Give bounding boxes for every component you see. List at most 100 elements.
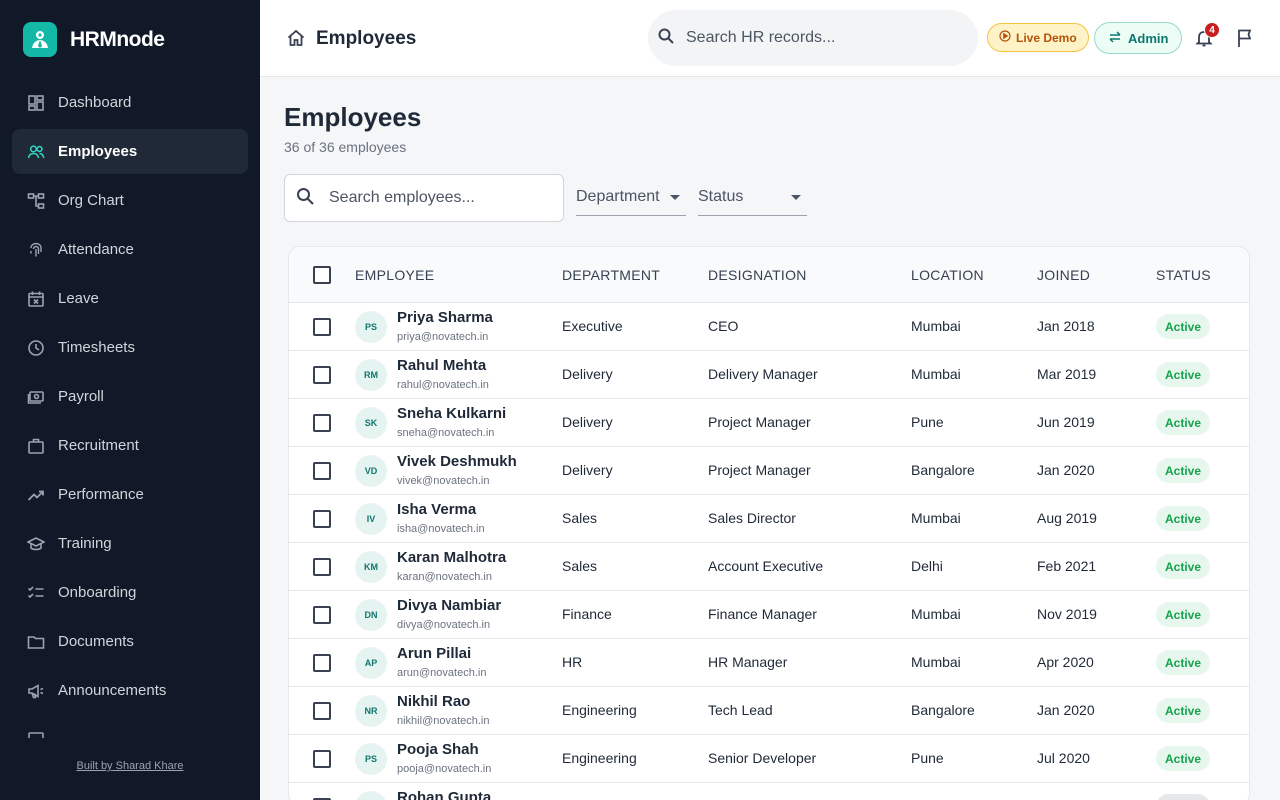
employee-name[interactable]: Karan Malhotra <box>397 549 506 566</box>
employees-table: EMPLOYEE DEPARTMENT DESIGNATION LOCATION… <box>288 246 1250 800</box>
trending-up-icon <box>27 486 45 504</box>
employee-search-input[interactable] <box>329 189 549 207</box>
sidebar-item-training[interactable]: Training <box>12 521 248 566</box>
sidebar-item-timesheets[interactable]: Timesheets <box>12 325 248 370</box>
table-row[interactable]: KM Karan Malhotra karan@novatech.in Sales Ac… <box>289 543 1249 591</box>
status-badge: Active <box>1156 410 1211 435</box>
table-row[interactable]: IV Isha Verma isha@novatech.in Sales Sales D… <box>289 495 1249 543</box>
column-header-employee[interactable]: EMPLOYEE <box>355 267 434 283</box>
employee-designation: Tech Lead <box>708 702 773 718</box>
employee-location: Mumbai <box>911 366 961 382</box>
global-search-input[interactable] <box>686 29 946 47</box>
sidebar-item-announcements[interactable]: Announcements <box>12 668 248 713</box>
employee-department: HR <box>562 654 583 670</box>
employee-name[interactable]: Isha Verma <box>397 501 476 518</box>
status-badge: Active <box>1156 746 1211 771</box>
org-chart-icon <box>27 192 45 210</box>
people-icon <box>27 143 45 161</box>
employee-department: Delivery <box>562 414 613 430</box>
column-header-status[interactable]: STATUS <box>1156 267 1211 283</box>
employee-location: Delhi <box>911 558 943 574</box>
employee-location: Mumbai <box>911 654 961 670</box>
row-checkbox[interactable] <box>313 318 331 336</box>
sidebar-item-expenses[interactable] <box>12 717 248 738</box>
status-badge: Active <box>1156 602 1211 627</box>
employee-name[interactable]: Vivek Deshmukh <box>397 453 517 470</box>
flag-icon[interactable] <box>1236 28 1254 48</box>
sidebar-item-label: Performance <box>58 486 144 503</box>
sidebar-item-documents[interactable]: Documents <box>12 619 248 664</box>
calendar-x-icon <box>27 290 45 308</box>
author-credit-link[interactable]: Built by Sharad Khare <box>0 760 260 772</box>
folder-icon <box>27 633 45 651</box>
table-row[interactable]: NR Nikhil Rao nikhil@novatech.in Engineerin… <box>289 687 1249 735</box>
swap-arrows-icon <box>1108 30 1128 47</box>
employee-name[interactable]: Pooja Shah <box>397 741 479 758</box>
status-badge: Active <box>1156 458 1211 483</box>
brand-logo-icon <box>23 22 57 57</box>
row-checkbox[interactable] <box>313 558 331 576</box>
employee-name[interactable]: Rohan Gupta <box>397 789 491 800</box>
role-switch-button[interactable]: Admin <box>1094 22 1183 54</box>
row-checkbox[interactable] <box>313 750 331 768</box>
employee-location: Mumbai <box>911 318 961 334</box>
row-checkbox[interactable] <box>313 510 331 528</box>
status-badge: Active <box>1156 506 1211 531</box>
employee-name[interactable]: Sneha Kulkarni <box>397 405 506 422</box>
employee-email: vivek@novatech.in <box>397 475 490 487</box>
employee-designation: Project Manager <box>708 414 811 430</box>
row-checkbox[interactable] <box>313 366 331 384</box>
row-checkbox[interactable] <box>313 654 331 672</box>
table-row[interactable]: RG Rohan Gupta <box>289 783 1249 800</box>
brand-name: HRMnode <box>70 27 165 51</box>
row-checkbox[interactable] <box>313 606 331 624</box>
employee-name[interactable]: Rahul Mehta <box>397 357 486 374</box>
table-row[interactable]: PS Pooja Shah pooja@novatech.in Engineering… <box>289 735 1249 783</box>
live-demo-button[interactable]: Live Demo <box>987 23 1089 52</box>
row-checkbox[interactable] <box>313 462 331 480</box>
employee-email: priya@novatech.in <box>397 331 489 343</box>
employee-joined: Apr 2020 <box>1037 654 1094 670</box>
employee-name[interactable]: Priya Sharma <box>397 309 493 326</box>
status-filter-select[interactable]: Status <box>698 178 807 216</box>
sidebar-item-label: Employees <box>58 143 138 160</box>
sidebar-item-payroll[interactable]: Payroll <box>12 374 248 419</box>
sidebar-item-leave[interactable]: Leave <box>12 276 248 321</box>
column-header-department[interactable]: DEPARTMENT <box>562 267 660 283</box>
avatar: VD <box>355 455 387 487</box>
table-row[interactable]: AP Arun Pillai arun@novatech.in HR HR Manage… <box>289 639 1249 687</box>
global-search-box[interactable] <box>648 10 978 66</box>
sidebar-item-recruitment[interactable]: Recruitment <box>12 423 248 468</box>
table-row[interactable]: VD Vivek Deshmukh vivek@novatech.in Deliver… <box>289 447 1249 495</box>
table-row[interactable]: SK Sneha Kulkarni sneha@novatech.in Deliver… <box>289 399 1249 447</box>
sidebar-item-performance[interactable]: Performance <box>12 472 248 517</box>
column-header-designation[interactable]: DESIGNATION <box>708 267 807 283</box>
table-row[interactable]: DN Divya Nambiar divya@novatech.in Finance F… <box>289 591 1249 639</box>
row-checkbox[interactable] <box>313 414 331 432</box>
employee-search-box[interactable] <box>284 174 564 222</box>
department-filter-select[interactable]: Department <box>576 178 686 216</box>
employee-name[interactable]: Divya Nambiar <box>397 597 501 614</box>
sidebar-item-dashboard[interactable]: Dashboard <box>12 80 248 125</box>
sidebar-item-label: Announcements <box>58 682 167 699</box>
sidebar-item-employees[interactable]: Employees <box>12 129 248 174</box>
column-header-location[interactable]: LOCATION <box>911 267 984 283</box>
table-row[interactable]: PS Priya Sharma priya@novatech.in Executive… <box>289 303 1249 351</box>
employee-name[interactable]: Arun Pillai <box>397 645 471 662</box>
sidebar-item-org-chart[interactable]: Org Chart <box>12 178 248 223</box>
home-icon[interactable] <box>286 28 306 48</box>
employee-name[interactable]: Nikhil Rao <box>397 693 470 710</box>
fingerprint-icon <box>27 241 45 259</box>
brand[interactable]: HRMnode <box>23 22 165 57</box>
status-badge: Active <box>1156 314 1211 339</box>
table-row[interactable]: RM Rahul Mehta rahul@novatech.in Delivery De… <box>289 351 1249 399</box>
status-badge: Active <box>1156 698 1211 723</box>
sidebar-item-attendance[interactable]: Attendance <box>12 227 248 272</box>
column-header-joined[interactable]: JOINED <box>1037 267 1090 283</box>
status-badge: Active <box>1156 362 1211 387</box>
employee-email: isha@novatech.in <box>397 523 485 535</box>
select-all-checkbox[interactable] <box>313 266 331 284</box>
employee-email: arun@novatech.in <box>397 667 487 679</box>
sidebar-item-onboarding[interactable]: Onboarding <box>12 570 248 615</box>
row-checkbox[interactable] <box>313 702 331 720</box>
